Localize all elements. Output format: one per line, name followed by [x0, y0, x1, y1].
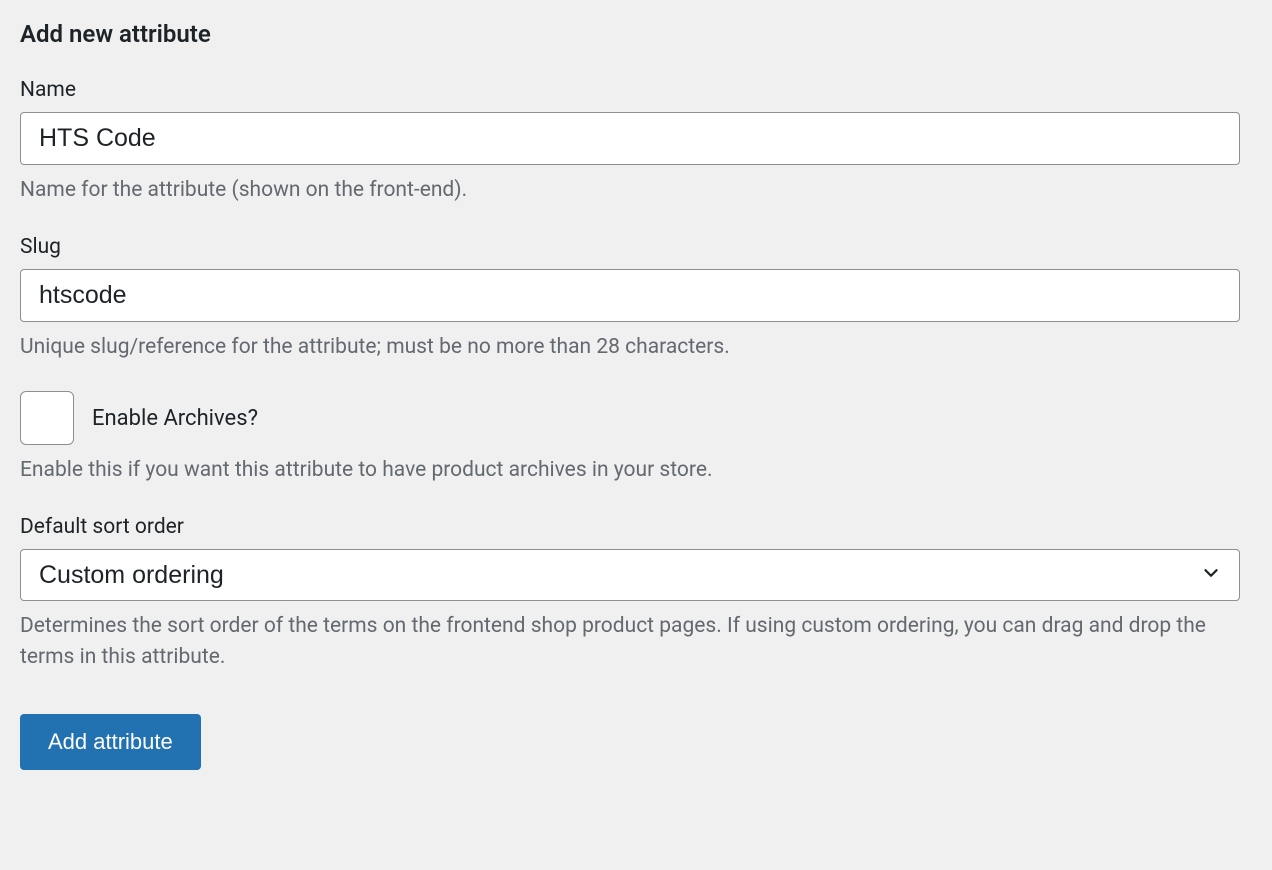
name-label: Name [20, 78, 1252, 102]
sort-order-help-text: Determines the sort order of the terms o… [20, 611, 1252, 674]
sort-order-field-group: Default sort order Custom ordering Deter… [20, 515, 1252, 674]
sort-order-select[interactable]: Custom ordering [20, 549, 1240, 601]
form-heading: Add new attribute [20, 20, 1252, 48]
name-help-text: Name for the attribute (shown on the fro… [20, 175, 1252, 207]
enable-archives-field-group: Enable Archives? Enable this if you want… [20, 391, 1252, 487]
sort-order-label: Default sort order [20, 515, 1252, 539]
name-field-group: Name Name for the attribute (shown on th… [20, 78, 1252, 207]
name-input[interactable] [20, 112, 1240, 165]
add-attribute-button[interactable]: Add attribute [20, 714, 201, 770]
slug-input[interactable] [20, 269, 1240, 322]
slug-field-group: Slug Unique slug/reference for the attri… [20, 235, 1252, 364]
enable-archives-label: Enable Archives? [92, 406, 258, 431]
add-attribute-form: Add new attribute Name Name for the attr… [20, 20, 1252, 770]
enable-archives-checkbox[interactable] [20, 391, 74, 445]
slug-label: Slug [20, 235, 1252, 259]
slug-help-text: Unique slug/reference for the attribute;… [20, 332, 1252, 364]
enable-archives-help-text: Enable this if you want this attribute t… [20, 455, 1252, 487]
